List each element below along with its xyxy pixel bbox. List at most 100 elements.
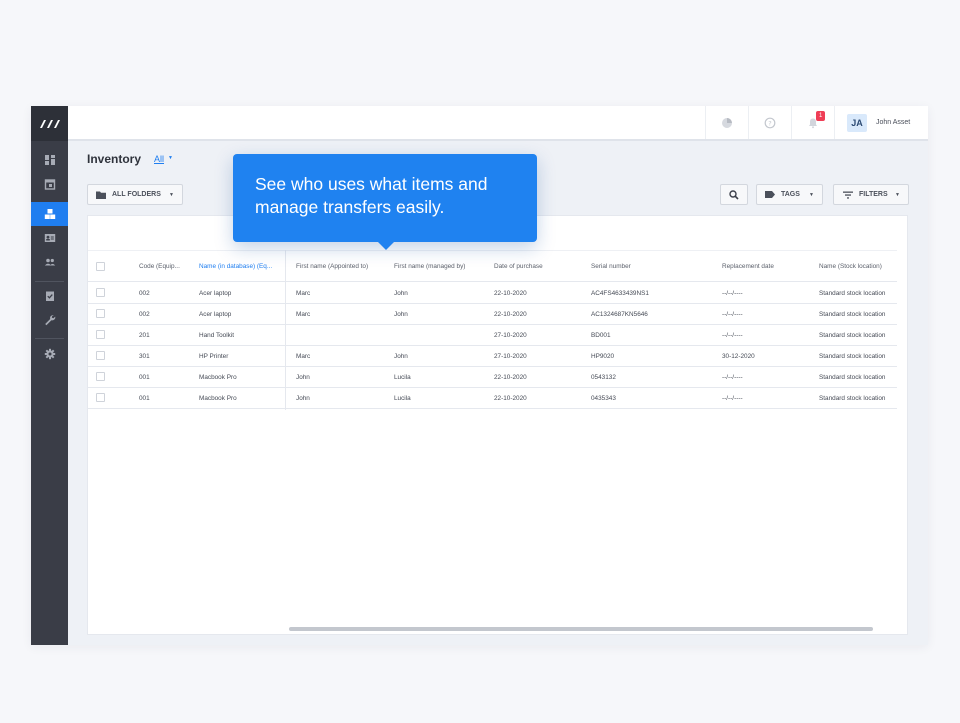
table-cell: 22-10-2020 (494, 289, 527, 297)
notification-badge: 1 (816, 111, 826, 121)
table-cell: HP9020 (591, 352, 615, 360)
table-cell: Lucila (394, 394, 411, 402)
table-cell: 001 (139, 373, 150, 381)
chevron-down-icon: ▼ (809, 191, 814, 198)
top-bar: ? 1 JA John Asset (68, 106, 928, 141)
row-checkbox[interactable] (96, 330, 105, 339)
row-checkbox[interactable] (96, 393, 105, 402)
column-header[interactable]: Date of purchase (494, 251, 543, 282)
table-cell: AC1324687KN5646 (591, 310, 648, 318)
table-cell: Acer laptop (199, 289, 232, 297)
table-cell: 22-10-2020 (494, 373, 527, 381)
sidebar-item-dashboard[interactable] (31, 148, 68, 172)
table-cell: 27-10-2020 (494, 352, 527, 360)
table-cell: 301 (139, 352, 150, 360)
table-cell: Standard stock location (819, 394, 886, 402)
table-cell: HP Printer (199, 352, 229, 360)
search-button[interactable] (720, 184, 748, 205)
table-row[interactable]: 001 Macbook Pro John Lucila 22-10-2020 043534… (88, 388, 897, 409)
chevron-down-icon: ▼ (895, 191, 900, 198)
column-header[interactable]: Name (Stock location) (819, 251, 882, 282)
table-cell: --/--/---- (722, 289, 743, 297)
table-cell: 001 (139, 394, 150, 402)
column-header[interactable]: First name (Appointed to) (296, 251, 368, 282)
column-header[interactable]: Replacement date (722, 251, 774, 282)
table-cell: Lucila (394, 373, 411, 381)
dashboard-icon (44, 155, 55, 165)
table-cell: BD001 (591, 331, 611, 339)
users-icon (44, 258, 55, 266)
notifications-button[interactable]: 1 (791, 106, 834, 139)
table-cell: Hand Toolkit (199, 331, 235, 339)
horizontal-scrollbar[interactable] (289, 627, 873, 631)
column-header[interactable]: Serial number (591, 251, 631, 282)
row-checkbox[interactable] (96, 351, 105, 360)
sidebar-item-settings[interactable] (31, 342, 68, 366)
table-cell: AC4FS4633439NS1 (591, 289, 649, 297)
sidebar-divider (35, 281, 64, 282)
table-cell: Standard stock location (819, 331, 886, 339)
sidebar-item-calendar[interactable] (31, 172, 68, 196)
onboarding-tooltip: See who uses what items and manage trans… (233, 154, 537, 242)
clipboard-check-icon (45, 291, 54, 301)
table-cell: --/--/---- (722, 394, 743, 402)
sidebar-item-users[interactable] (31, 250, 68, 274)
table-cell: John (394, 352, 408, 360)
table-cell: 002 (139, 289, 150, 297)
sidebar-item-contacts[interactable] (31, 226, 68, 250)
filters-dropdown[interactable]: FILTERS ▼ (833, 184, 909, 205)
tags-dropdown[interactable]: TAGS ▼ (756, 184, 823, 205)
page-title: Inventory (87, 152, 142, 166)
column-header[interactable]: First name (managed by) (394, 251, 465, 282)
sidebar-item-inventory[interactable] (31, 202, 68, 226)
filter-icon (843, 191, 853, 199)
svg-text:?: ? (768, 119, 771, 127)
inventory-table: Code (Equip... Name (in database) (Eq...… (87, 215, 908, 635)
column-header[interactable]: Code (Equip... (139, 251, 191, 282)
chevron-down-icon[interactable]: ▼ (168, 155, 173, 161)
boxes-icon (44, 209, 55, 219)
filters-label: FILTERS (859, 191, 888, 198)
table-cell: Standard stock location (819, 289, 886, 297)
folders-label: ALL FOLDERS (112, 191, 161, 198)
tags-label: TAGS (781, 191, 800, 198)
row-checkbox[interactable] (96, 372, 105, 381)
table-cell: --/--/---- (722, 310, 743, 318)
row-checkbox[interactable] (96, 288, 105, 297)
sidebar-divider (35, 338, 64, 339)
table-row[interactable]: 001 Macbook Pro John Lucila 22-10-2020 054313… (88, 367, 897, 388)
app-logo[interactable] (31, 106, 68, 141)
search-icon (729, 189, 739, 200)
chevron-down-icon: ▼ (169, 191, 174, 198)
tag-icon (765, 191, 775, 198)
table-header: Code (Equip... Name (in database) (Eq...… (88, 250, 897, 282)
contact-card-icon (44, 234, 55, 242)
user-name: John Asset (876, 119, 911, 126)
table-cell: Standard stock location (819, 310, 886, 318)
select-all-checkbox[interactable] (96, 262, 105, 271)
table-cell: 0435343 (591, 394, 616, 402)
sidebar-item-tasks[interactable] (31, 284, 68, 308)
stats-button[interactable] (705, 106, 748, 139)
view-filter-link[interactable]: All (154, 154, 164, 164)
gear-icon (44, 348, 55, 360)
column-header[interactable]: Name (in database) (Eq... (199, 251, 283, 282)
table-row[interactable]: 301 HP Printer Marc John 27-10-2020 HP9020 30-… (88, 346, 897, 367)
table-cell: Acer laptop (199, 310, 232, 318)
table-cell: John (394, 289, 408, 297)
row-checkbox[interactable] (96, 309, 105, 318)
calendar-icon (44, 179, 55, 190)
table-row[interactable]: 002 Acer laptop Marc John 22-10-2020 AC132468… (88, 304, 897, 325)
logo-icon (39, 119, 60, 128)
sidebar-item-maintenance[interactable] (31, 308, 68, 332)
user-menu[interactable]: JA John Asset (834, 106, 928, 139)
table-cell: 22-10-2020 (494, 310, 527, 318)
table-cell: Marc (296, 310, 311, 318)
help-icon: ? (764, 117, 776, 128)
table-row[interactable]: 002 Acer laptop Marc John 22-10-2020 AC4FS463… (88, 283, 897, 304)
folders-dropdown[interactable]: ALL FOLDERS ▼ (87, 184, 183, 205)
table-row[interactable]: 201 Hand Toolkit 27-10-2020 BD001 --/--/----… (88, 325, 897, 346)
table-cell: 30-12-2020 (722, 352, 755, 360)
app-window: ? 1 JA John Asset Inventory All ▼ ALL FO… (31, 106, 928, 645)
help-button[interactable]: ? (748, 106, 791, 139)
